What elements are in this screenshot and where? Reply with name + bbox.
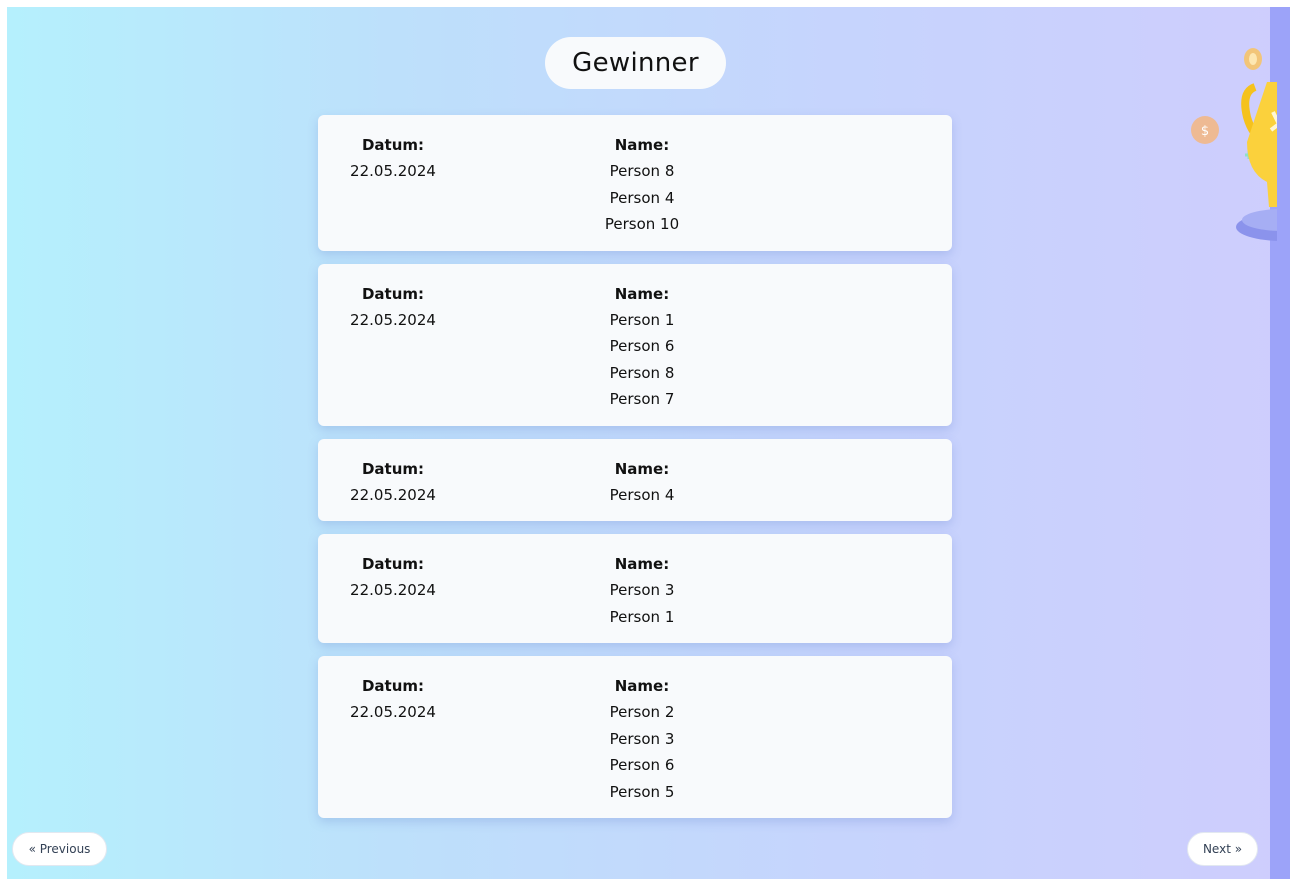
date-value: 22.05.2024: [350, 162, 436, 180]
winner-card: Datum: 22.05.2024 Name: Person 8 Person …: [318, 115, 952, 251]
date-column: Datum: 22.05.2024: [318, 456, 468, 509]
winner-card: Datum: 22.05.2024 Name: Person 3 Person …: [318, 534, 952, 643]
winner-name: Person 5: [609, 782, 675, 801]
winner-name: Person 3: [609, 729, 675, 748]
trophy-icon: $: [1187, 42, 1290, 242]
names-label: Name:: [614, 555, 670, 573]
date-column: Datum: 22.05.2024: [318, 551, 468, 604]
names-label: Name:: [614, 136, 670, 154]
page-title: Gewinner: [545, 37, 726, 89]
date-value: 22.05.2024: [350, 703, 436, 721]
date-label: Datum:: [361, 555, 425, 573]
svg-text:$: $: [1201, 124, 1209, 139]
winner-name: Person 1: [609, 607, 675, 626]
winner-name: Person 8: [609, 363, 675, 382]
date-label: Datum:: [361, 136, 425, 154]
date-label: Datum:: [361, 459, 425, 478]
date-column: Datum: 22.05.2024: [318, 281, 468, 334]
winner-name: Person 1: [609, 310, 675, 329]
winner-card: Datum: 22.05.2024 Name: Person 2 Person …: [318, 656, 952, 818]
names-column: Name: Person 4: [562, 456, 722, 509]
winner-name: Person 3: [609, 581, 675, 599]
names-column: Name: Person 1 Person 6 Person 8 Person …: [562, 281, 722, 413]
winner-name: Person 2: [609, 703, 675, 721]
names-column: Name: Person 8 Person 4 Person 10: [562, 132, 722, 238]
winners-list: Datum: 22.05.2024 Name: Person 8 Person …: [318, 115, 952, 818]
date-value: 22.05.2024: [350, 581, 436, 599]
winner-name: Person 10: [604, 215, 680, 233]
winner-name: Person 7: [609, 390, 675, 408]
winner-name: Person 6: [609, 756, 675, 774]
names-column: Name: Person 3 Person 1: [562, 551, 722, 630]
winner-name: Person 4: [609, 188, 675, 207]
winner-name: Person 4: [609, 485, 675, 504]
winner-name: Person 8: [609, 162, 675, 180]
names-label: Name:: [614, 677, 670, 695]
date-column: Datum: 22.05.2024: [318, 132, 468, 185]
names-label: Name:: [614, 459, 670, 478]
winner-card: Datum: 22.05.2024 Name: Person 1 Person …: [318, 263, 952, 426]
names-column: Name: Person 2 Person 3 Person 6 Person …: [562, 673, 722, 805]
winner-name: Person 6: [609, 337, 675, 355]
date-value: 22.05.2024: [350, 310, 436, 329]
page-background: Gewinner $ Datum: 22.05.2024 Name: Perso…: [7, 7, 1290, 879]
date-label: Datum:: [361, 284, 425, 303]
date-label: Datum:: [361, 677, 425, 695]
previous-button[interactable]: « Previous: [12, 832, 107, 866]
winner-card: Datum: 22.05.2024 Name: Person 4: [318, 438, 952, 521]
next-button[interactable]: Next »: [1187, 832, 1258, 866]
date-value: 22.05.2024: [350, 485, 436, 504]
date-column: Datum: 22.05.2024: [318, 673, 468, 726]
names-label: Name:: [614, 284, 670, 303]
